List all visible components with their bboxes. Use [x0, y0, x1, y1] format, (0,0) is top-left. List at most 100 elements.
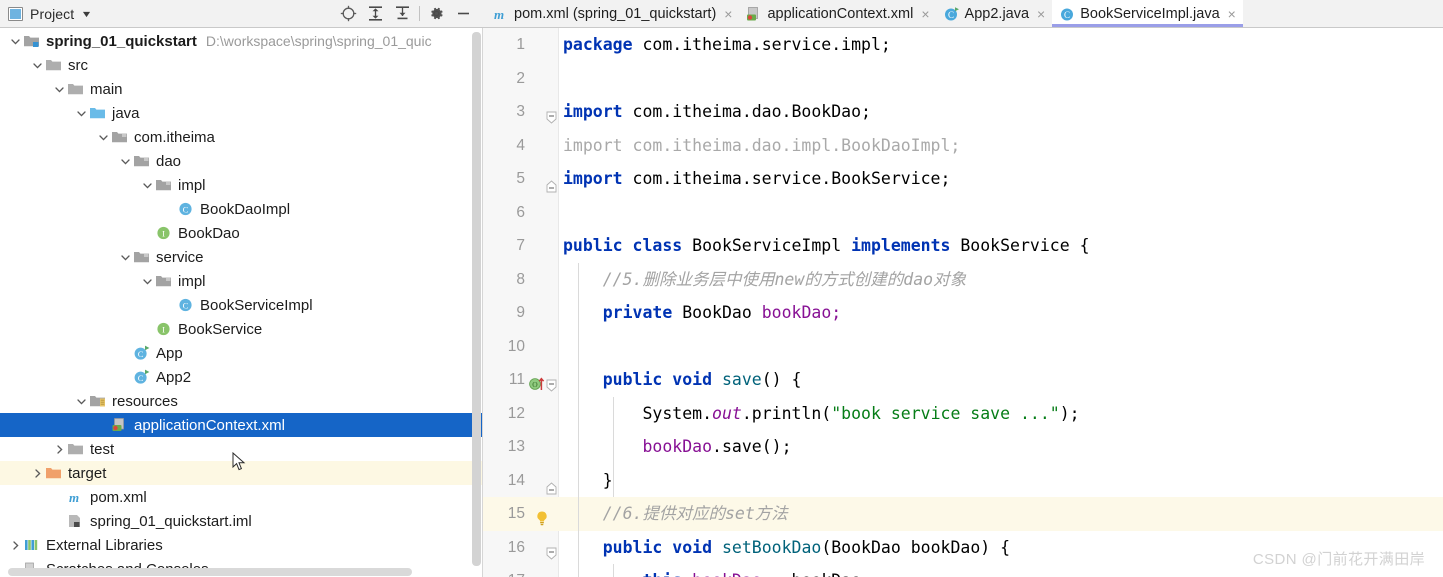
line-number: 9 — [516, 304, 525, 321]
fold-collapse-icon[interactable] — [545, 104, 558, 124]
tree-vertical-scroll-thumb[interactable] — [472, 32, 481, 566]
chevron-down-icon[interactable] — [74, 394, 88, 408]
tree-row-app[interactable]: C App — [0, 341, 482, 365]
close-icon[interactable]: × — [921, 7, 929, 21]
fold-end-icon[interactable] — [545, 171, 558, 193]
tree-row-applicationcontext-xml[interactable]: applicationContext.xml — [0, 413, 482, 437]
code-line[interactable]: 3 import com.itheima.dao.BookDao; — [483, 95, 1443, 129]
minimize-icon[interactable] — [450, 1, 477, 27]
tree-row-app2[interactable]: C App2 — [0, 365, 482, 389]
chevron-down-icon[interactable] — [140, 274, 154, 288]
line-number: 2 — [516, 69, 525, 87]
folder-icon — [67, 441, 85, 457]
tab-label: App2.java — [964, 5, 1030, 22]
close-icon[interactable]: × — [1228, 7, 1236, 21]
tree-row-spring-01-quickstart[interactable]: spring_01_quickstart D:\workspace\spring\… — [0, 29, 482, 53]
code-text: private BookDao bookDao; — [563, 296, 841, 330]
tree-row-bookdaoimpl[interactable]: C BookDaoImpl — [0, 197, 482, 221]
tree-row-bookserviceimpl[interactable]: C BookServiceImpl — [0, 293, 482, 317]
package-icon — [155, 273, 173, 289]
code-line[interactable]: 5 import com.itheima.service.BookService… — [483, 162, 1443, 196]
chevron-down-icon[interactable] — [96, 130, 110, 144]
code-line[interactable]: 10 — [483, 330, 1443, 364]
tab-bookserviceimpl-java[interactable]: C BookServiceImpl.java × — [1052, 0, 1243, 27]
spring-xml-icon — [111, 417, 129, 433]
tree-row-label: BookService — [178, 320, 263, 338]
code-line[interactable]: 15 //6.提供对应的set方法 — [483, 497, 1443, 531]
intention-bulb-icon[interactable] — [534, 505, 550, 526]
code-token: } — [563, 470, 613, 490]
tab-applicationcontext-xml[interactable]: applicationContext.xml × — [739, 0, 936, 27]
code-lines: 1 package com.itheima.service.impl; 2 3 imp… — [483, 28, 1443, 577]
close-icon[interactable]: × — [1037, 7, 1045, 21]
line-number: 1 — [516, 36, 525, 53]
project-tree-panel[interactable]: spring_01_quickstart D:\workspace\spring\… — [0, 28, 483, 577]
project-icon — [8, 6, 23, 21]
chevron-down-icon[interactable] — [74, 106, 88, 120]
maven-m-icon: m — [67, 489, 85, 505]
tab-pom-xml[interactable]: m pom.xml (spring_01_quickstart) × — [486, 0, 739, 27]
svg-text:m: m — [69, 490, 79, 505]
code-line[interactable]: 12 System.out.println("book service save… — [483, 397, 1443, 431]
code-line[interactable]: 13 bookDao.save(); — [483, 430, 1443, 464]
code-token: public void — [602, 537, 722, 557]
chevron-down-icon[interactable] — [118, 250, 132, 264]
chevron-down-icon[interactable] — [52, 82, 66, 96]
chevron-right-icon[interactable] — [30, 466, 44, 480]
chevron-right-icon[interactable] — [8, 538, 22, 552]
gear-icon[interactable] — [423, 1, 450, 27]
tree-horizontal-scroll-thumb[interactable] — [8, 568, 412, 576]
tree-row-com-itheima[interactable]: com.itheima — [0, 125, 482, 149]
tree-row-src[interactable]: src — [0, 53, 482, 77]
tree-row-dao[interactable]: dao — [0, 149, 482, 173]
tree-row-pom-xml[interactable]: m pom.xml — [0, 485, 482, 509]
chevron-down-icon[interactable] — [30, 58, 44, 72]
tree-row-spring-01-quickstart-iml[interactable]: spring_01_quickstart.iml — [0, 509, 482, 533]
code-line[interactable]: 14 } — [483, 464, 1443, 498]
java-interface-icon: I — [155, 225, 173, 241]
code-line[interactable]: 17 this.bookDao = bookDao; — [483, 564, 1443, 577]
tree-row-impl[interactable]: impl — [0, 269, 482, 293]
tree-row-bookdao[interactable]: I BookDao — [0, 221, 482, 245]
tab-app2-java[interactable]: C App2.java × — [937, 0, 1053, 27]
code-token: import — [563, 169, 633, 188]
chevron-down-icon[interactable] — [118, 154, 132, 168]
chevron-down-icon[interactable] — [140, 178, 154, 192]
tree-row-bookservice[interactable]: I BookService — [0, 317, 482, 341]
code-line[interactable]: 8 //5.删除业务层中使用new的方式创建的dao对象 — [483, 263, 1443, 297]
chevron-down-icon[interactable] — [8, 34, 22, 48]
tree-row-impl[interactable]: impl — [0, 173, 482, 197]
excluded-folder-icon — [45, 465, 63, 481]
chevron-down-icon[interactable]: ▼ — [81, 9, 93, 19]
chevron-right-icon[interactable] — [52, 442, 66, 456]
code-text: public void setBookDao(BookDao bookDao) … — [563, 531, 1010, 565]
indent-guide — [613, 564, 614, 577]
code-line[interactable]: 1 package com.itheima.service.impl; — [483, 28, 1443, 62]
code-line[interactable]: 16 public void setBookDao(BookDao bookDa… — [483, 531, 1443, 565]
line-number: 15 — [507, 505, 525, 522]
tree-vertical-scrollbar[interactable] — [471, 28, 482, 577]
code-line[interactable]: 7 public class BookServiceImpl implements… — [483, 229, 1443, 263]
fold-end-icon[interactable] — [545, 473, 558, 494]
tree-horizontal-scrollbar[interactable] — [0, 567, 471, 577]
code-line[interactable]: 11 O public void save() { — [483, 363, 1443, 397]
code-line[interactable]: 2 — [483, 62, 1443, 96]
code-editor[interactable]: 1 package com.itheima.service.impl; 2 3 imp… — [483, 28, 1443, 577]
close-icon[interactable]: × — [724, 7, 732, 21]
code-line[interactable]: 6 — [483, 196, 1443, 230]
expand-all-icon[interactable] — [362, 1, 389, 27]
collapse-all-icon[interactable] — [389, 1, 416, 27]
code-line[interactable]: 4 import com.itheima.dao.impl.BookDaoImpl… — [483, 129, 1443, 163]
fold-collapse-icon[interactable] — [545, 540, 558, 560]
fold-collapse-icon[interactable] — [545, 372, 558, 392]
tree-row-java[interactable]: java — [0, 101, 482, 125]
tree-row-main[interactable]: main — [0, 77, 482, 101]
tree-row-external-libraries[interactable]: External Libraries — [0, 533, 482, 557]
indent-guide — [613, 396, 614, 497]
locate-icon[interactable] — [335, 1, 362, 27]
tree-row-resources[interactable]: resources — [0, 389, 482, 413]
tree-row-service[interactable]: service — [0, 245, 482, 269]
main-body: spring_01_quickstart D:\workspace\spring\… — [0, 28, 1443, 577]
code-line[interactable]: 9 private BookDao bookDao; — [483, 296, 1443, 330]
